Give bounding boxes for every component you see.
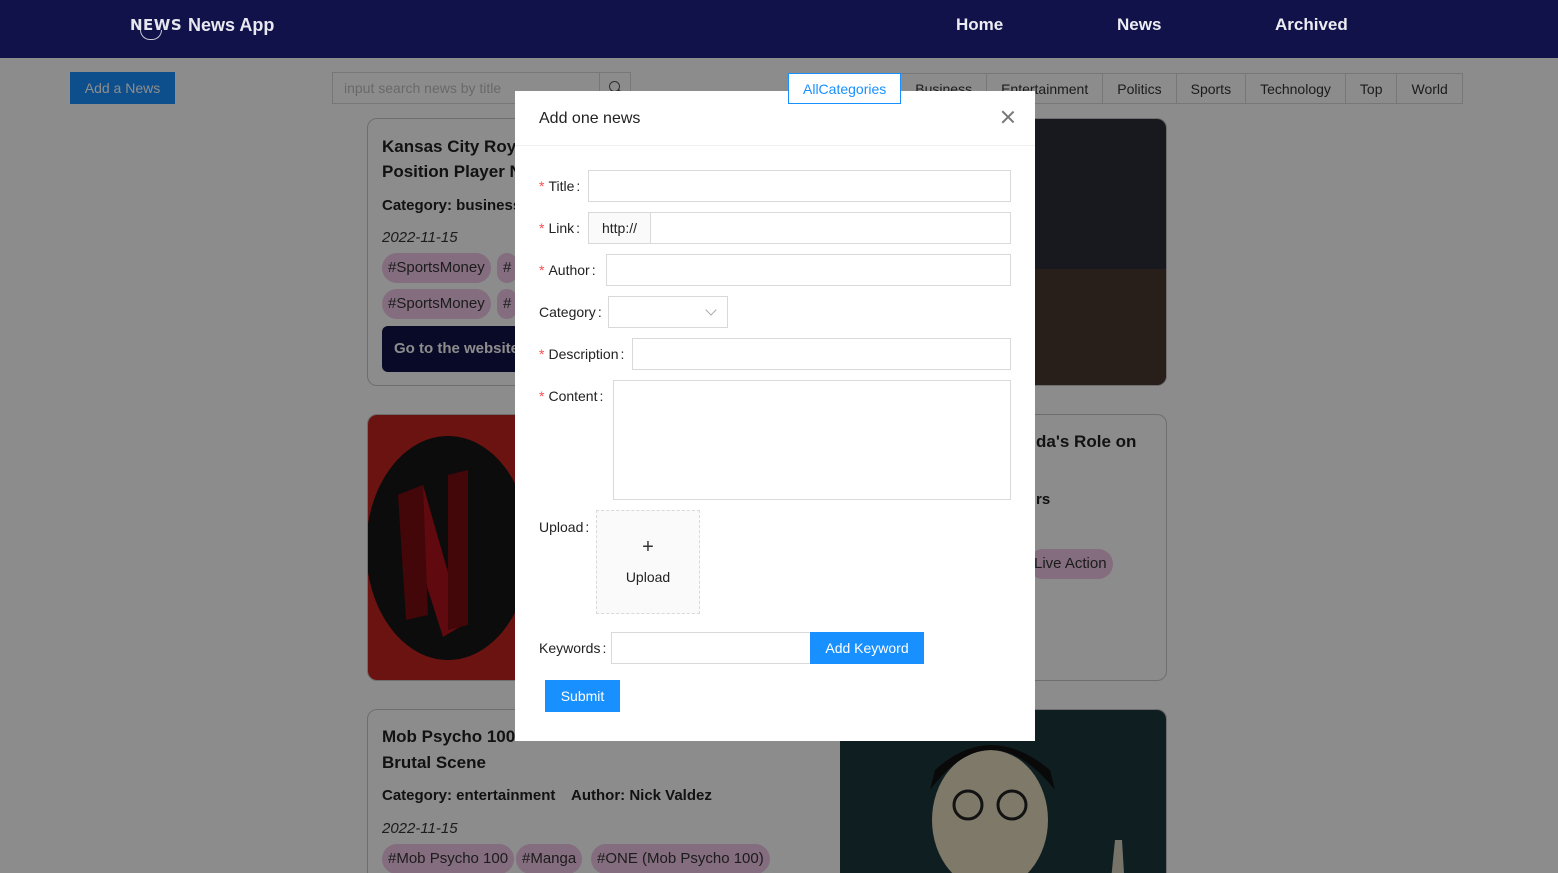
chevron-down-icon <box>705 304 717 316</box>
upload-button-label: Upload <box>625 569 671 585</box>
title-input[interactable] <box>588 170 1011 202</box>
author-input[interactable] <box>606 254 1011 286</box>
modal-header: Add one news <box>515 91 1035 146</box>
description-label: * Description: <box>539 346 625 362</box>
add-keyword-button[interactable]: Add Keyword <box>810 632 924 664</box>
category-select[interactable] <box>608 296 728 328</box>
link-input[interactable] <box>650 212 1011 244</box>
content-textarea[interactable] <box>613 380 1011 500</box>
category-label: Category: <box>539 304 602 320</box>
title-label: * Title: <box>539 178 581 194</box>
upload-label: Upload: <box>539 519 590 535</box>
upload-dropzone[interactable]: + Upload <box>596 510 700 614</box>
keywords-input[interactable] <box>611 632 811 664</box>
content-label: * Content: <box>539 388 604 404</box>
link-prefix: http:// <box>588 212 651 244</box>
description-input[interactable] <box>632 338 1011 370</box>
tab-allcategories[interactable]: AllCategories <box>788 73 902 104</box>
keywords-label: Keywords: <box>539 640 607 656</box>
link-label: * Link: <box>539 220 581 236</box>
plus-icon: + <box>642 536 654 558</box>
author-label: * Author: <box>539 262 596 278</box>
submit-button[interactable]: Submit <box>545 680 620 712</box>
modal-title: Add one news <box>539 110 641 127</box>
close-icon[interactable] <box>1000 109 1016 125</box>
add-news-modal: Add one news * Title: * Link: http:// * Aut… <box>515 91 1035 741</box>
